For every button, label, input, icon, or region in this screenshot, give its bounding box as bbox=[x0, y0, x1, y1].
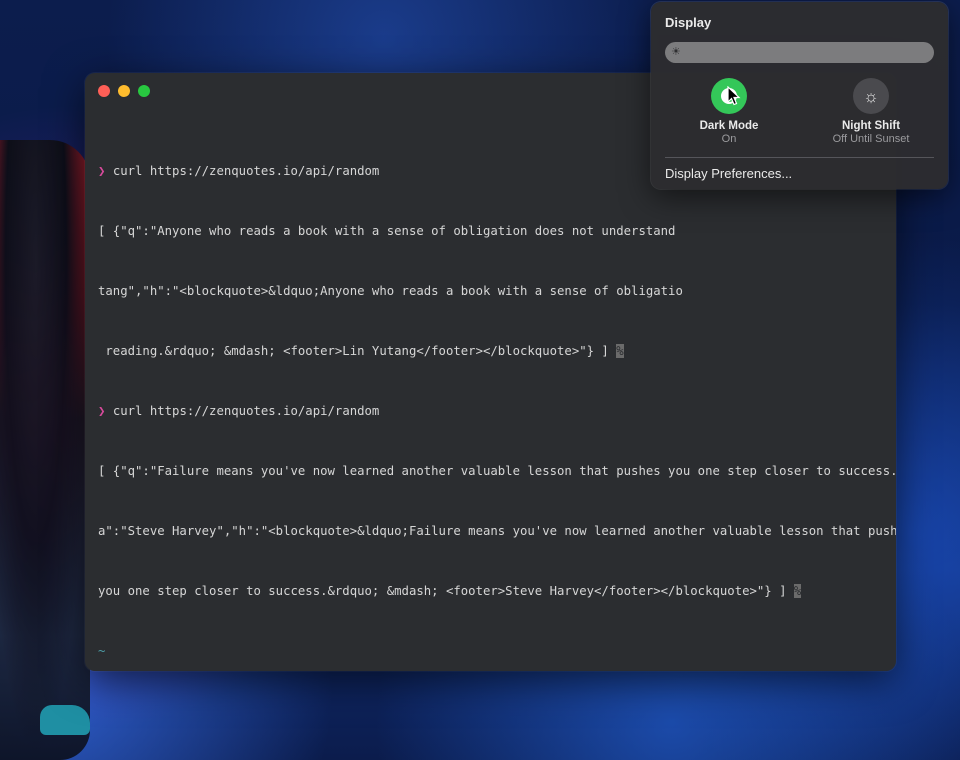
terminal-line: tang","h":"<blockquote>&ldquo;Anyone who… bbox=[98, 281, 884, 301]
night-shift-status: Off Until Sunset bbox=[832, 133, 910, 145]
prompt-icon: ❯ bbox=[98, 404, 106, 418]
prompt-icon: ❯ bbox=[98, 164, 106, 178]
output-text: you one step closer to success.&rdquo; &… bbox=[98, 584, 787, 598]
no-newline-marker: % bbox=[616, 344, 624, 358]
display-control-panel: Display ☀ Dark Mode On ☼ Night Shift Off… bbox=[651, 2, 948, 189]
night-shift-label: Night Shift bbox=[841, 120, 901, 132]
terminal-line: ~ bbox=[98, 641, 884, 661]
command-text: curl https://zenquotes.io/api/random bbox=[112, 404, 380, 418]
display-preferences-link[interactable]: Display Preferences... bbox=[665, 166, 792, 181]
zoom-button[interactable] bbox=[138, 85, 150, 97]
terminal-line: reading.&rdquo; &mdash; <footer>Lin Yuta… bbox=[98, 341, 884, 361]
terminal-line: a":"Steve Harvey","h":"<blockquote>&ldqu… bbox=[98, 521, 896, 541]
dark-mode-label: Dark Mode bbox=[699, 120, 759, 132]
close-button[interactable] bbox=[98, 85, 110, 97]
output-text: [ {"q":"Anyone who reads a book with a s… bbox=[98, 224, 676, 238]
no-newline-marker: % bbox=[793, 584, 802, 598]
current-directory: ~ bbox=[98, 644, 106, 658]
night-shift-icon: ☼ bbox=[863, 86, 879, 106]
command-text: curl https://zenquotes.io/api/random bbox=[112, 164, 380, 178]
dark-mode-status: On bbox=[721, 133, 737, 145]
output-text: a":"Steve Harvey","h":"<blockquote>&ldqu… bbox=[98, 524, 896, 538]
night-shift-toggle[interactable]: ☼ Night Shift Off Until Sunset bbox=[806, 78, 936, 145]
window-controls bbox=[98, 85, 150, 97]
night-shift-button[interactable]: ☼ bbox=[853, 78, 889, 114]
wallpaper-figure bbox=[0, 140, 90, 760]
panel-title: Display bbox=[665, 15, 712, 30]
terminal-line: [ {"q":"Failure means you've now learned… bbox=[98, 461, 896, 481]
terminal-line: you one step closer to success.&rdquo; &… bbox=[98, 581, 884, 601]
divider bbox=[665, 157, 934, 158]
output-text: reading.&rdquo; &mdash; <footer>Lin Yuta… bbox=[98, 344, 609, 358]
minimize-button[interactable] bbox=[118, 85, 130, 97]
output-text: tang","h":"<blockquote>&ldquo;Anyone who… bbox=[98, 284, 683, 298]
output-text: [ {"q":"Failure means you've now learned… bbox=[98, 464, 896, 478]
terminal-line: [ {"q":"Anyone who reads a book with a s… bbox=[98, 221, 884, 241]
wallpaper-shoe bbox=[40, 705, 90, 735]
terminal-content[interactable]: ❯ curl https://zenquotes.io/api/random [… bbox=[98, 121, 896, 671]
terminal-line: ❯ curl https://zenquotes.io/api/random bbox=[98, 401, 884, 421]
sun-icon: ☀ bbox=[671, 46, 681, 58]
brightness-slider[interactable]: ☀ bbox=[665, 42, 934, 63]
